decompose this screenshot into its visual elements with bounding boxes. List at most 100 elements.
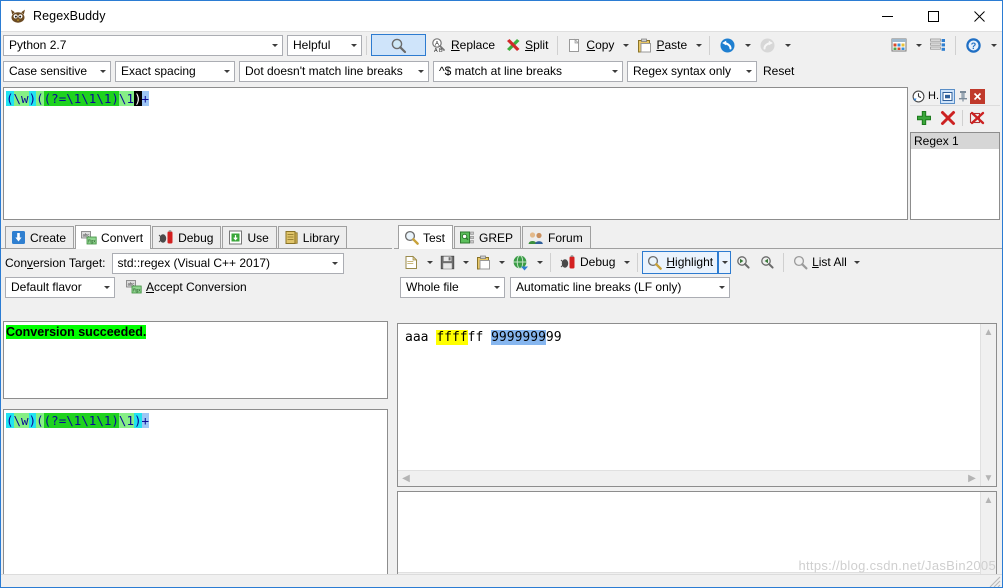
subject-vertical-scrollbar[interactable]: ▲ ▼: [980, 324, 996, 486]
tab-use[interactable]: Use: [222, 226, 277, 248]
replace-icon: A A B: [432, 38, 445, 53]
layout-dropdown[interactable]: [912, 34, 925, 57]
regex-editor[interactable]: (\w)((?=\1\1\1)\1)+: [3, 87, 908, 220]
list-all-button[interactable]: List All: [788, 251, 852, 274]
layout-button[interactable]: [886, 34, 912, 57]
syntax-value: Regex syntax only: [633, 63, 732, 78]
conversion-target-combo[interactable]: std::regex (Visual C++ 2017): [111, 252, 344, 274]
list-view-button[interactable]: [925, 34, 951, 57]
list-all-dropdown[interactable]: [852, 251, 862, 274]
tab-label: Library: [302, 230, 340, 245]
regex-token: ): [133, 413, 142, 428]
new-subject-button[interactable]: [400, 251, 423, 274]
search-icon: [391, 38, 407, 53]
regex-token: (?=\1\1\1): [43, 413, 119, 428]
magnifier-icon: [794, 255, 808, 269]
redo-dropdown[interactable]: [781, 34, 794, 57]
converted-regex-text: (\w)((?=\1\1\1)\1)+: [4, 410, 387, 429]
target-flavor-combo[interactable]: Default flavor: [5, 276, 115, 298]
add-regex-button[interactable]: [912, 107, 936, 130]
replace-button[interactable]: A A B Replace: [426, 34, 500, 57]
undo-button[interactable]: [714, 34, 741, 57]
find-next-button[interactable]: [755, 251, 779, 274]
help-button[interactable]: ?: [960, 34, 987, 57]
tab-test[interactable]: Test: [398, 225, 454, 249]
chevron-down-icon: [607, 62, 622, 81]
save-subject-dropdown[interactable]: [459, 251, 472, 274]
scope-value: Whole file: [406, 279, 459, 294]
scroll-left-arrow[interactable]: ◀: [398, 471, 414, 487]
resize-grip[interactable]: [987, 575, 1001, 587]
converted-regex-panel[interactable]: (\w)((?=\1\1\1)\1)+: [3, 409, 388, 587]
close-panel-button[interactable]: [970, 88, 985, 104]
accept-conversion-button[interactable]: abc Rgx Accept Conversion: [121, 276, 252, 299]
split-label: Split: [525, 38, 549, 52]
tab-forum[interactable]: Forum: [522, 226, 591, 248]
tab-create[interactable]: Create: [5, 226, 75, 248]
highlight-dropdown[interactable]: [718, 250, 732, 274]
copy-dropdown[interactable]: [619, 34, 632, 57]
paste-dropdown[interactable]: [692, 34, 705, 57]
tab-debug[interactable]: Debug: [152, 226, 222, 248]
save-subject-button[interactable]: [436, 251, 459, 274]
web-fetch-button[interactable]: [508, 251, 533, 274]
spacing-combo[interactable]: Exact spacing: [115, 60, 235, 82]
dot-matching-combo[interactable]: Dot doesn't match line breaks: [239, 60, 429, 82]
paste-subject-dropdown[interactable]: [495, 251, 508, 274]
regex-token: +: [141, 91, 150, 106]
search-button[interactable]: [371, 34, 426, 56]
copy-button[interactable]: Copy: [562, 34, 619, 57]
find-previous-button[interactable]: [731, 251, 755, 274]
tab-grep[interactable]: GREP: [454, 226, 522, 248]
help-dropdown[interactable]: [987, 34, 1000, 57]
delete-all-regex-button[interactable]: [965, 107, 989, 130]
toolbar-separator: [709, 35, 711, 55]
anchor-matching-value: ^$ match at line breaks: [439, 63, 563, 78]
pin-panel-button[interactable]: [955, 89, 970, 104]
scroll-up-arrow[interactable]: ▲: [981, 324, 997, 340]
convert-icon: abc Rgx: [81, 230, 97, 244]
delete-regex-button[interactable]: [936, 107, 960, 130]
regex-list[interactable]: Regex 1: [910, 132, 1000, 220]
restore-panel-button[interactable]: [940, 88, 955, 104]
minimize-button[interactable]: [864, 1, 910, 31]
paste-subject-button[interactable]: [472, 251, 495, 274]
tab-label: Convert: [101, 230, 144, 245]
new-subject-dropdown[interactable]: [423, 251, 436, 274]
regex-history-header: H.: [910, 87, 1000, 105]
test-debug-button[interactable]: Debug: [555, 251, 620, 274]
list-item[interactable]: Regex 1: [911, 133, 999, 149]
scope-combo[interactable]: Whole file: [400, 276, 505, 298]
scroll-right-arrow[interactable]: ▶: [964, 471, 980, 487]
tab-library[interactable]: Library: [277, 226, 348, 248]
web-fetch-dropdown[interactable]: [533, 251, 546, 274]
syntax-combo[interactable]: Regex syntax only: [627, 60, 757, 82]
chevron-down-icon: [714, 278, 729, 297]
split-button[interactable]: Split: [500, 34, 553, 57]
subject-horizontal-scrollbar[interactable]: ◀ ▶: [398, 470, 980, 486]
tab-convert[interactable]: abc Rgx Convert: [75, 225, 152, 249]
linebreaks-combo[interactable]: Automatic line breaks (LF only): [510, 276, 730, 298]
scroll-up-arrow[interactable]: ▲: [981, 492, 997, 508]
maximize-button[interactable]: [910, 1, 956, 31]
tab-label: Create: [30, 230, 67, 245]
use-icon: [229, 230, 243, 245]
highlight-button[interactable]: Highlight: [642, 250, 719, 274]
reset-options-button[interactable]: Reset: [757, 64, 800, 78]
history-clock-icon[interactable]: [911, 89, 926, 104]
grep-icon: [460, 231, 474, 243]
redo-button[interactable]: [754, 34, 781, 57]
close-button[interactable]: [956, 1, 1002, 31]
scroll-down-arrow[interactable]: ▼: [981, 470, 997, 486]
convert-icon: abc Rgx: [126, 280, 142, 294]
helpfulness-combo[interactable]: Helpful: [287, 34, 362, 56]
svg-text:Rgx: Rgx: [133, 287, 141, 292]
regex-flavor-combo[interactable]: Python 2.7: [3, 34, 283, 56]
paste-button[interactable]: Paste: [632, 34, 692, 57]
test-debug-dropdown[interactable]: [620, 251, 633, 274]
case-sensitivity-combo[interactable]: Case sensitive: [3, 60, 111, 82]
undo-dropdown[interactable]: [741, 34, 754, 57]
test-subject-editor[interactable]: aaa ffffff 999999999 ▲ ▼ ◀ ▶: [397, 323, 997, 487]
anchor-matching-combo[interactable]: ^$ match at line breaks: [433, 60, 623, 82]
svg-text:?: ?: [971, 40, 977, 50]
